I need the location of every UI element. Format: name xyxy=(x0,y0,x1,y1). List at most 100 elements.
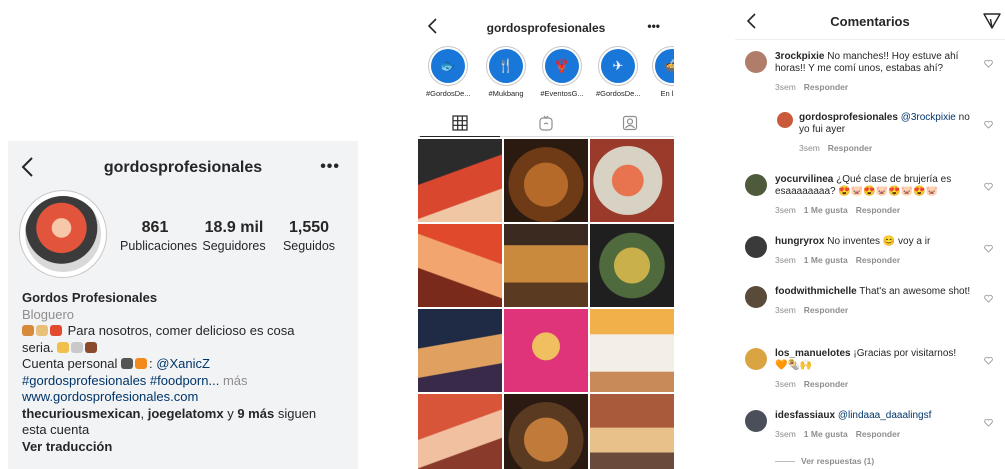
stat-posts-count: 861 xyxy=(141,219,169,236)
post-thumbnail[interactable] xyxy=(504,139,588,222)
comment-username[interactable]: yocurvilinea xyxy=(775,174,833,185)
bio-hashtags-line: #gordosprofesionales #foodporn... más xyxy=(22,373,347,390)
view-replies-button[interactable]: Ver respuestas (1) xyxy=(775,456,874,466)
airplane-icon: ✈ xyxy=(601,49,635,83)
pizza-emoji-icon xyxy=(50,325,62,336)
reply-button[interactable]: Responder xyxy=(828,143,872,153)
comment-mention[interactable]: @lindaaa_daaalingsf xyxy=(838,410,932,421)
send-icon[interactable] xyxy=(983,12,1001,30)
bio-line-3: Cuenta personal : @XanicZ xyxy=(22,356,210,371)
comment-username[interactable]: foodwithmichelle xyxy=(775,286,857,297)
comment-text: ¡Gracias por visitarnos! xyxy=(853,348,957,359)
comments-panel: Comentarios 3rockpixie No manches!! Hoy … xyxy=(735,0,1005,469)
reply-button[interactable]: Responder xyxy=(856,429,900,439)
avatar-image xyxy=(25,196,101,272)
reply-button[interactable]: Responder xyxy=(804,305,848,315)
profile-username: gordosprofesionales xyxy=(103,159,263,176)
heart-icon[interactable] xyxy=(984,120,993,129)
post-thumbnail[interactable] xyxy=(504,394,588,469)
profile-category: Bloguero xyxy=(22,306,75,322)
post-thumbnail[interactable] xyxy=(418,139,502,222)
more-options-icon[interactable]: ••• xyxy=(647,19,660,33)
comments-header: Comentarios xyxy=(735,0,1005,40)
stat-following-label: Seguidos xyxy=(282,239,336,253)
avatar[interactable] xyxy=(745,51,767,73)
post-thumbnail[interactable] xyxy=(418,309,502,392)
highlight-5[interactable]: 🍲 En la c xyxy=(650,46,674,98)
post-thumbnail[interactable] xyxy=(504,224,588,307)
post-thumbnail[interactable] xyxy=(590,394,674,469)
highlight-1[interactable]: 🐟 #GordosDe... xyxy=(426,46,470,98)
profile-bio: Gordos Profesionales Bloguero Para nosot… xyxy=(22,290,347,455)
reply-button[interactable]: Responder xyxy=(856,205,900,215)
heart-icon[interactable] xyxy=(984,182,993,191)
avatar[interactable] xyxy=(745,286,767,308)
utensils-icon: 🍴 xyxy=(489,49,523,83)
reply-button[interactable]: Responder xyxy=(804,82,848,92)
comment-mention[interactable]: @3rockpixie xyxy=(901,112,956,123)
post-thumbnail[interactable] xyxy=(590,309,674,392)
highlight-2[interactable]: 🍴 #Mukbang xyxy=(484,46,528,98)
likes-count[interactable]: 1 Me gusta xyxy=(804,205,848,215)
likes-count[interactable]: 1 Me gusta xyxy=(804,255,848,265)
bio-more-link[interactable]: más xyxy=(223,373,248,388)
heart-icon[interactable] xyxy=(984,59,993,68)
post-thumbnail[interactable] xyxy=(590,224,674,307)
stat-posts-label: Publicaciones xyxy=(120,239,198,253)
heart-icon[interactable] xyxy=(984,418,993,427)
profile-stats: 861 Publicaciones 18.9 mil Seguidores 1,… xyxy=(120,219,348,253)
bio-hashtags[interactable]: #gordosprofesionales #foodporn... xyxy=(22,373,219,388)
bio-line-2: seria. xyxy=(22,340,347,357)
tab-tagged[interactable] xyxy=(590,109,670,137)
comment-time: 3sem xyxy=(775,255,796,265)
burger-emoji-icon xyxy=(22,325,34,336)
likes-count[interactable]: 1 Me gusta xyxy=(804,429,848,439)
fire-emoji-icon xyxy=(135,358,148,369)
bio-line-1: Para nosotros, comer delicioso es cosa xyxy=(22,323,347,340)
reply-button[interactable]: Responder xyxy=(804,379,848,389)
profile-panel: gordosprofesionales ••• 861 Publicacione… xyxy=(8,141,358,469)
avatar[interactable] xyxy=(745,236,767,258)
heart-icon[interactable] xyxy=(984,244,993,253)
heart-icon[interactable] xyxy=(984,356,993,365)
stat-followers-count: 18.9 mil xyxy=(204,219,264,236)
reply-button[interactable]: Responder xyxy=(856,255,900,265)
highlight-4[interactable]: ✈ #GordosDe... xyxy=(596,46,640,98)
bio-mention-link[interactable]: @XanicZ xyxy=(156,356,210,371)
avatar[interactable] xyxy=(745,348,767,370)
tab-grid[interactable] xyxy=(420,109,500,137)
avatar[interactable] xyxy=(745,410,767,432)
comment-time: 3sem xyxy=(775,205,796,215)
taco-emoji-icon xyxy=(57,341,70,353)
comment-username[interactable]: hungryrox xyxy=(775,236,824,247)
comment-username[interactable]: 3rockpixie xyxy=(775,51,824,62)
comment-emoji: 🧡🌯🙌 xyxy=(775,360,813,371)
post-thumbnail[interactable] xyxy=(418,224,502,307)
stat-posts[interactable]: 861 Publicaciones xyxy=(120,219,198,253)
comment-username[interactable]: idesfassiaux xyxy=(775,410,835,421)
comment-time: 3sem xyxy=(799,143,820,153)
stat-followers[interactable]: 18.9 mil Seguidores xyxy=(198,219,270,253)
comment-username[interactable]: los_manuelotes xyxy=(775,348,851,359)
avatar[interactable] xyxy=(777,112,793,128)
heart-icon[interactable] xyxy=(984,294,993,303)
translate-link[interactable]: Ver traducción xyxy=(22,439,347,456)
followed-by[interactable]: thecuriousmexican, joegelatomx y 9 más s… xyxy=(22,406,347,423)
seafood-icon: 🐟 xyxy=(431,49,465,83)
tab-igtv[interactable] xyxy=(506,109,586,137)
comment-time: 3sem xyxy=(775,379,796,389)
post-thumbnail[interactable] xyxy=(504,309,588,392)
post-thumbnail[interactable] xyxy=(590,139,674,222)
website-link[interactable]: www.gordosprofesionales.com xyxy=(22,389,347,406)
highlight-3[interactable]: 🦞 #EventosG... xyxy=(540,46,584,98)
post-grid xyxy=(418,139,674,469)
cake-emoji-icon xyxy=(36,325,48,336)
stat-following[interactable]: 1,550 Seguidos xyxy=(278,219,340,253)
profile-avatar[interactable] xyxy=(19,190,107,278)
post-thumbnail[interactable] xyxy=(418,394,502,469)
followed-by-line-2: esta cuenta xyxy=(22,422,90,437)
profile-full-name: Gordos Profesionales xyxy=(22,290,158,305)
more-options-icon[interactable]: ••• xyxy=(320,158,340,176)
avatar[interactable] xyxy=(745,174,767,196)
comment-username[interactable]: gordosprofesionales xyxy=(799,112,898,123)
